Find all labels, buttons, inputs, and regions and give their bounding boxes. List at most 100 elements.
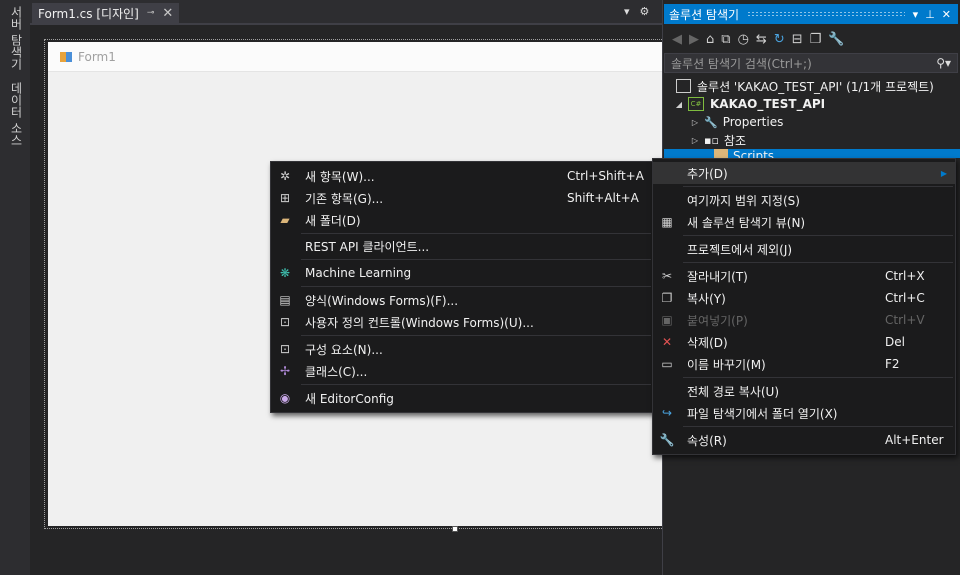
menu-item-windows-form[interactable]: ▤ 양식(Windows Forms)(F)... <box>271 289 653 311</box>
menu-item-exclude-from-project[interactable]: 프로젝트에서 제외(J) <box>653 238 955 260</box>
menu-item-label: 이름 바꾸기(M) <box>687 357 766 372</box>
menu-separator <box>683 426 953 427</box>
tree-item-project[interactable]: ◢ C# KAKAO_TEST_API <box>664 95 960 113</box>
switch-views-icon[interactable]: ⧉ <box>721 32 730 47</box>
copy-icon: ❐ <box>661 291 673 305</box>
menu-item-label: 프로젝트에서 제외(J) <box>687 242 793 257</box>
search-icon[interactable]: ⚲▾ <box>936 56 951 70</box>
forward-icon[interactable]: ▶ <box>689 32 699 47</box>
collapsed-icon[interactable]: ▷ <box>690 136 700 145</box>
collapsed-icon[interactable]: ▷ <box>690 118 700 127</box>
menu-item-label: 전체 경로 복사(U) <box>687 384 780 399</box>
menu-item-user-control[interactable]: ⊡ 사용자 정의 컨트롤(Windows Forms)(U)... <box>271 311 653 333</box>
wrench-icon: 🔧 <box>659 433 675 447</box>
tree-item-scripts[interactable]: Scripts <box>664 149 960 158</box>
menu-item-label: 복사(Y) <box>687 291 726 306</box>
csharp-project-icon: C# <box>688 97 704 111</box>
menu-item-label: 기존 항목(G)... <box>305 191 384 206</box>
menu-separator <box>301 233 651 234</box>
pin-panel-icon[interactable]: ⊥ <box>925 8 935 21</box>
class-icon: ✢ <box>279 364 291 378</box>
menu-item-label: 파일 탐색기에서 폴더 열기(X) <box>687 406 838 421</box>
submenu-arrow-icon: ▶ <box>940 168 947 178</box>
close-icon[interactable]: ✕ <box>162 6 173 21</box>
menu-item-class[interactable]: ✢ 클래스(C)... <box>271 360 653 382</box>
solution-explorer-search[interactable]: 솔루션 탐색기 검색(Ctrl+;) ⚲▾ <box>664 53 958 73</box>
menu-item-component[interactable]: ⊡ 구성 요소(N)... <box>271 338 653 360</box>
menu-item-new-folder[interactable]: ▰ 새 폴더(D) <box>271 209 653 231</box>
menu-item-new-item[interactable]: ✲ 새 항목(W)... Ctrl+Shift+A <box>271 165 653 187</box>
paste-icon: ▣ <box>661 313 673 327</box>
menu-item-shortcut: Ctrl+X <box>885 269 925 283</box>
tree-item-properties[interactable]: ▷ 🔧 Properties <box>664 113 960 131</box>
menu-item-rest-api[interactable]: REST API 클라이언트... <box>271 235 653 257</box>
search-input[interactable]: 솔루션 탐색기 검색(Ctrl+;) <box>671 55 812 72</box>
menu-item-open-in-explorer[interactable]: ↪ 파일 탐색기에서 폴더 열기(X) <box>653 402 955 424</box>
menu-item-shortcut: Ctrl+V <box>885 313 925 327</box>
show-all-files-icon[interactable]: ❐ <box>810 32 822 47</box>
left-tool-tabs: 서버 탐색기 데이터 소스 <box>0 0 30 575</box>
wrench-icon: 🔧 <box>704 115 718 129</box>
document-tab[interactable]: Form1.cs [디자인] ⊸ ✕ <box>32 3 180 23</box>
delete-icon: ✕ <box>661 335 673 349</box>
tree-item-label: Scripts <box>733 149 775 158</box>
pin-icon[interactable]: ⊸ <box>147 8 155 18</box>
menu-item-label: 양식(Windows Forms)(F)... <box>305 293 459 308</box>
menu-item-machine-learning[interactable]: ❋ Machine Learning <box>271 262 653 284</box>
history-icon[interactable]: ◷ <box>738 32 749 47</box>
menu-item-copy-full-path[interactable]: 전체 경로 복사(U) <box>653 380 955 402</box>
menu-item-label: REST API 클라이언트... <box>305 239 430 254</box>
menu-item-delete[interactable]: ✕ 삭제(D) Del <box>653 331 955 353</box>
wrench-icon[interactable]: 🔧 <box>828 32 844 47</box>
menu-item-label: 속성(R) <box>687 433 727 448</box>
menu-item-cut[interactable]: ✂ 잘라내기(T) Ctrl+X <box>653 265 955 287</box>
new-folder-icon: ▰ <box>280 213 290 227</box>
panel-menu-icon[interactable]: ▾ <box>913 8 919 21</box>
new-view-icon: ▦ <box>661 215 673 229</box>
tree-item-label: 솔루션 'KAKAO_TEST_API' (1/1개 프로젝트) <box>697 79 934 94</box>
server-explorer-tab[interactable]: 서버 탐색기 <box>6 2 27 74</box>
menu-item-scope-to-this[interactable]: 여기까지 범위 지정(S) <box>653 189 955 211</box>
expanded-icon[interactable]: ◢ <box>674 100 684 109</box>
menu-separator <box>683 186 953 187</box>
tab-dropdown-icon[interactable]: ▾ <box>624 5 630 18</box>
new-item-icon: ✲ <box>279 169 291 183</box>
resize-handle[interactable] <box>452 526 458 532</box>
document-tab-title: Form1.cs [디자인] <box>38 6 139 21</box>
sync-icon[interactable]: ⇆ <box>756 32 767 47</box>
menu-item-existing-item[interactable]: ⊞ 기존 항목(G)... Shift+Alt+A <box>271 187 653 209</box>
gear-icon[interactable]: ⚙ <box>640 5 650 18</box>
back-icon[interactable]: ◀ <box>672 32 682 47</box>
add-submenu: ✲ 새 항목(W)... Ctrl+Shift+A ⊞ 기존 항목(G)... … <box>270 161 654 413</box>
references-icon: ▪▫ <box>704 133 719 147</box>
menu-item-label: Machine Learning <box>305 266 412 280</box>
tree-item-references[interactable]: ▷ ▪▫ 참조 <box>664 131 960 149</box>
user-control-icon: ⊡ <box>279 315 291 329</box>
home-icon[interactable]: ⌂ <box>706 32 714 47</box>
menu-item-label: 새 폴더(D) <box>305 213 361 228</box>
menu-item-rename[interactable]: ▭ 이름 바꾸기(M) F2 <box>653 353 955 375</box>
menu-separator <box>301 335 651 336</box>
editorconfig-icon: ◉ <box>279 391 291 405</box>
existing-item-icon: ⊞ <box>279 191 291 205</box>
data-sources-tab[interactable]: 데이터 소스 <box>6 78 27 150</box>
menu-item-paste[interactable]: ▣ 붙여넣기(P) Ctrl+V <box>653 309 955 331</box>
close-panel-icon[interactable]: ✕ <box>942 8 951 21</box>
menu-item-label: 새 솔루션 탐색기 뷰(N) <box>687 215 806 230</box>
menu-item-editorconfig[interactable]: ◉ 새 EditorConfig <box>271 387 653 409</box>
tree-item-label: KAKAO_TEST_API <box>710 97 826 111</box>
menu-item-label: 추가(D) <box>687 166 728 181</box>
menu-item-new-explorer-view[interactable]: ▦ 새 솔루션 탐색기 뷰(N) <box>653 211 955 233</box>
tab-bar-controls: ▾ ⚙ <box>624 5 649 18</box>
machine-learning-icon: ❋ <box>279 266 291 280</box>
menu-item-properties[interactable]: 🔧 속성(R) Alt+Enter <box>653 429 955 451</box>
tree-item-solution[interactable]: 솔루션 'KAKAO_TEST_API' (1/1개 프로젝트) <box>664 77 960 95</box>
menu-item-label: 붙여넣기(P) <box>687 313 748 328</box>
menu-separator <box>301 259 651 260</box>
menu-item-label: 클래스(C)... <box>305 364 368 379</box>
folder-icon <box>714 149 728 158</box>
collapse-all-icon[interactable]: ⊟ <box>792 32 803 47</box>
menu-item-add[interactable]: 추가(D) ▶ <box>653 162 955 184</box>
refresh-icon[interactable]: ↻ <box>774 32 785 47</box>
menu-item-copy[interactable]: ❐ 복사(Y) Ctrl+C <box>653 287 955 309</box>
